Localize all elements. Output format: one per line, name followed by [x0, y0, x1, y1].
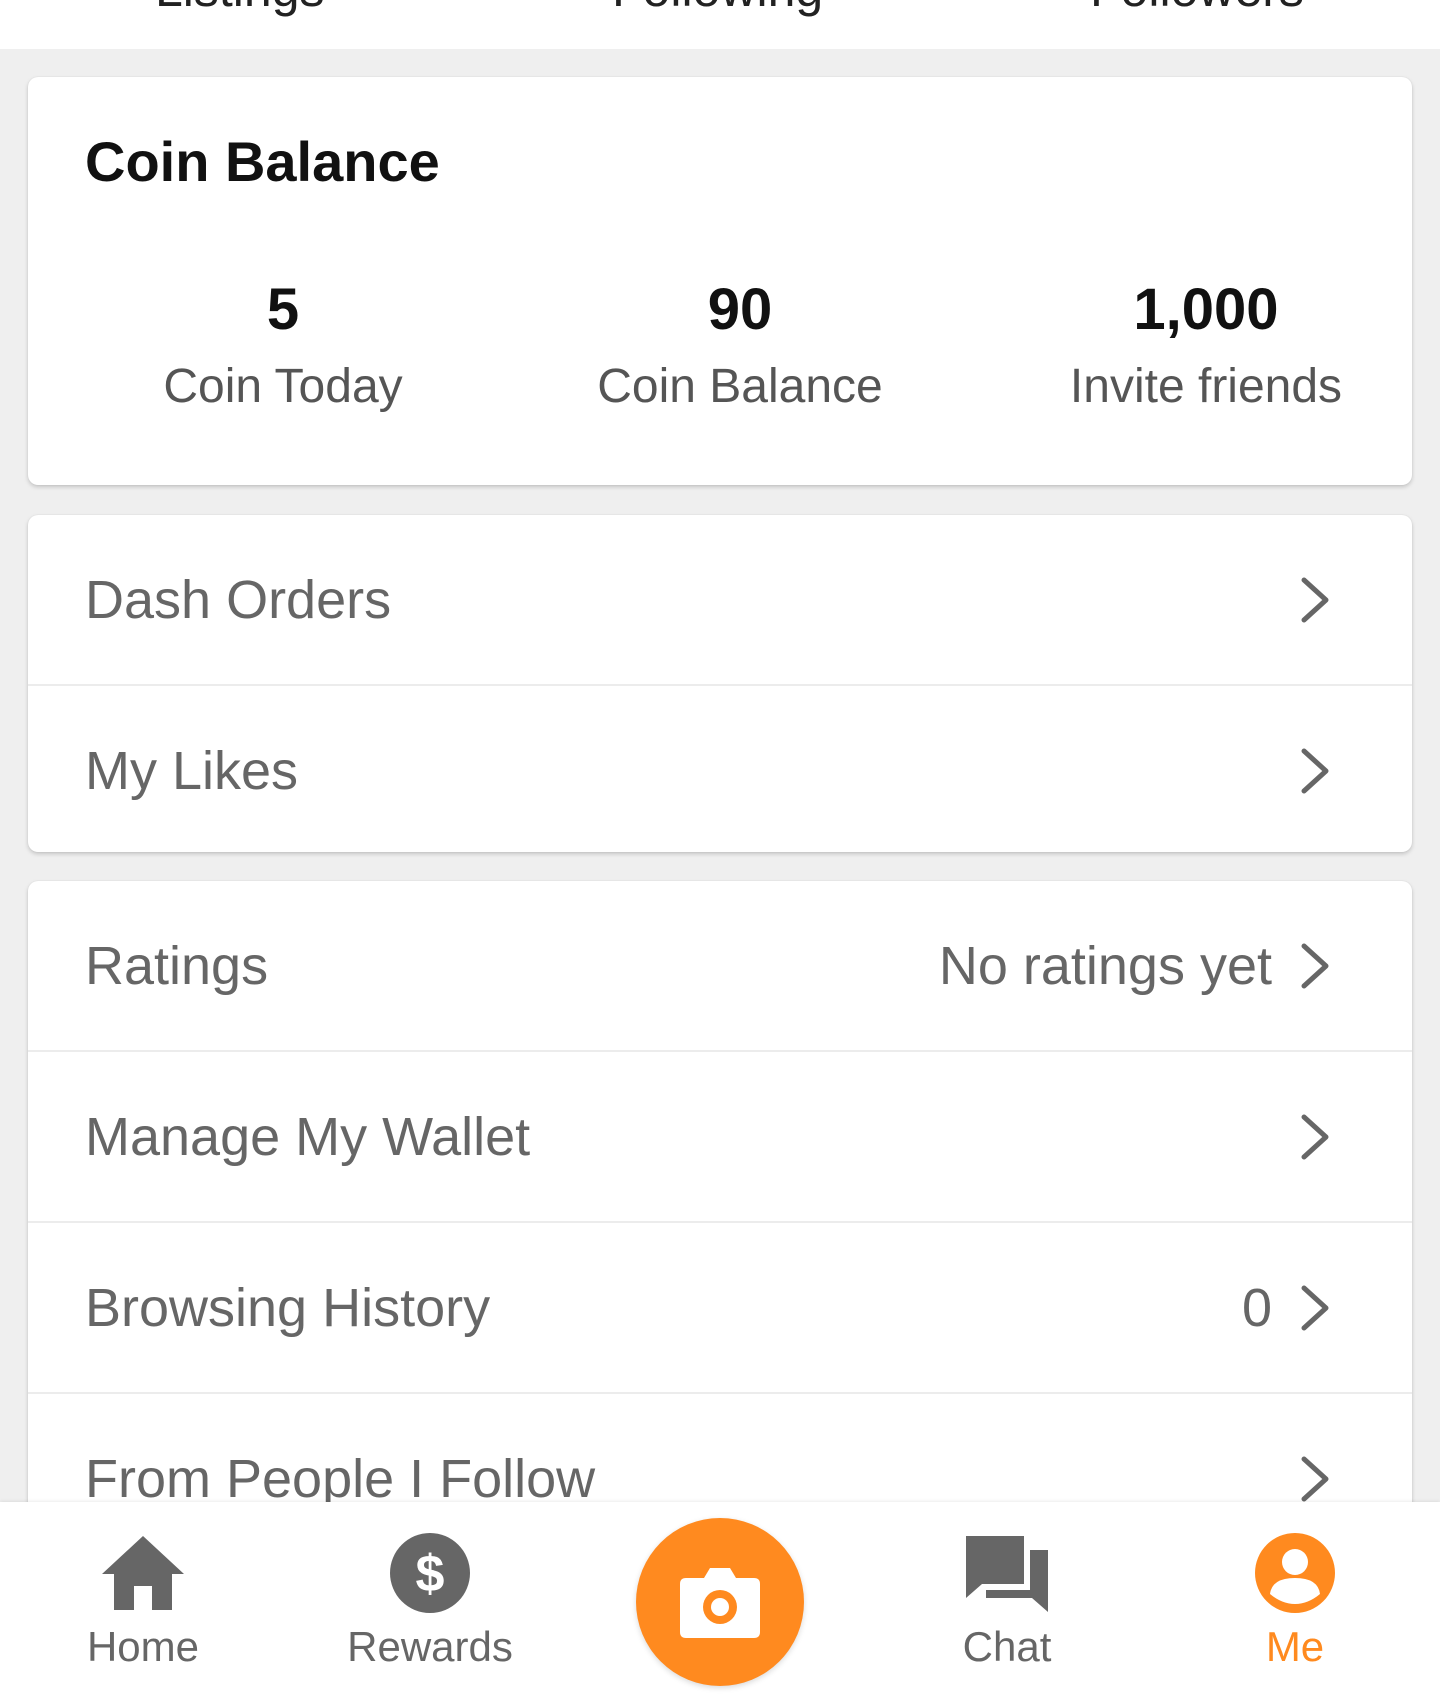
invite-friends-label: Invite friends [1069, 360, 1343, 413]
menu-item-label: Dash Orders [85, 569, 392, 630]
invite-friends-stat[interactable]: 1,000 Invite friends [986, 275, 1426, 415]
nav-chat-label: Chat [962, 1623, 1052, 1670]
menu-item-ratings[interactable]: Ratings No ratings yet [28, 881, 1412, 1052]
chevron-right-icon [1301, 1285, 1329, 1330]
profile-stats-strip: Listings Following Followers [0, 0, 1440, 49]
menu-item-label: Ratings [85, 935, 269, 996]
menu-item-label: From People I Follow [85, 1448, 596, 1509]
menu-item-browsing-history[interactable]: Browsing History 0 [28, 1223, 1412, 1394]
coin-balance-stat[interactable]: 90 Coin Balance [520, 275, 960, 415]
menu-item-label: Manage My Wallet [85, 1106, 531, 1167]
nav-rewards[interactable]: $ Rewards [330, 1532, 530, 1672]
chevron-right-icon [1301, 748, 1329, 793]
nav-me-label: Me [1265, 1623, 1325, 1670]
invite-friends-value: 1,000 [1133, 277, 1279, 342]
chevron-right-icon [1301, 1114, 1329, 1159]
svg-text:$: $ [416, 1545, 445, 1603]
coin-balance-value: 90 [707, 277, 773, 342]
menu-group-account: Ratings No ratings yet Manage My Wallet … [28, 881, 1412, 1581]
chevron-right-icon [1301, 1456, 1329, 1501]
camera-icon [680, 1568, 760, 1638]
browsing-history-count: 0 [1241, 1277, 1272, 1338]
nav-chat[interactable]: Chat [907, 1532, 1107, 1672]
nav-rewards-label: Rewards [347, 1623, 513, 1670]
menu-item-dash-orders[interactable]: Dash Orders [28, 515, 1412, 686]
dollar-icon: $ [390, 1533, 470, 1613]
nav-home[interactable]: Home [43, 1532, 243, 1672]
menu-item-my-likes[interactable]: My Likes [28, 686, 1412, 852]
coin-today-value: 5 [266, 277, 300, 342]
nav-me[interactable]: Me [1195, 1532, 1395, 1672]
menu-group-orders: Dash Orders My Likes [28, 515, 1412, 852]
person-icon [1255, 1533, 1335, 1613]
ratings-value: No ratings yet [938, 935, 1272, 996]
coin-balance-label: Coin Balance [597, 360, 883, 413]
chevron-right-icon [1301, 943, 1329, 988]
followers-tab[interactable]: Followers [1090, 0, 1304, 18]
listings-tab[interactable]: Listings [155, 0, 325, 18]
coin-today-label: Coin Today [163, 360, 403, 413]
home-icon [102, 1536, 184, 1610]
chevron-right-icon [1301, 577, 1329, 622]
coin-today-stat[interactable]: 5 Coin Today [63, 275, 503, 415]
bottom-nav: Home $ Rewards Chat Me [0, 1502, 1440, 1702]
coin-balance-card: Coin Balance 5 Coin Today 90 Coin Balanc… [28, 77, 1412, 485]
menu-item-manage-wallet[interactable]: Manage My Wallet [28, 1052, 1412, 1223]
following-tab[interactable]: Following [612, 0, 823, 18]
nav-home-label: Home [86, 1623, 200, 1670]
coin-balance-title: Coin Balance [85, 130, 440, 193]
menu-item-label: Browsing History [85, 1277, 491, 1338]
camera-button[interactable] [636, 1518, 804, 1686]
menu-item-label: My Likes [85, 740, 299, 801]
chat-icon [966, 1536, 1048, 1612]
